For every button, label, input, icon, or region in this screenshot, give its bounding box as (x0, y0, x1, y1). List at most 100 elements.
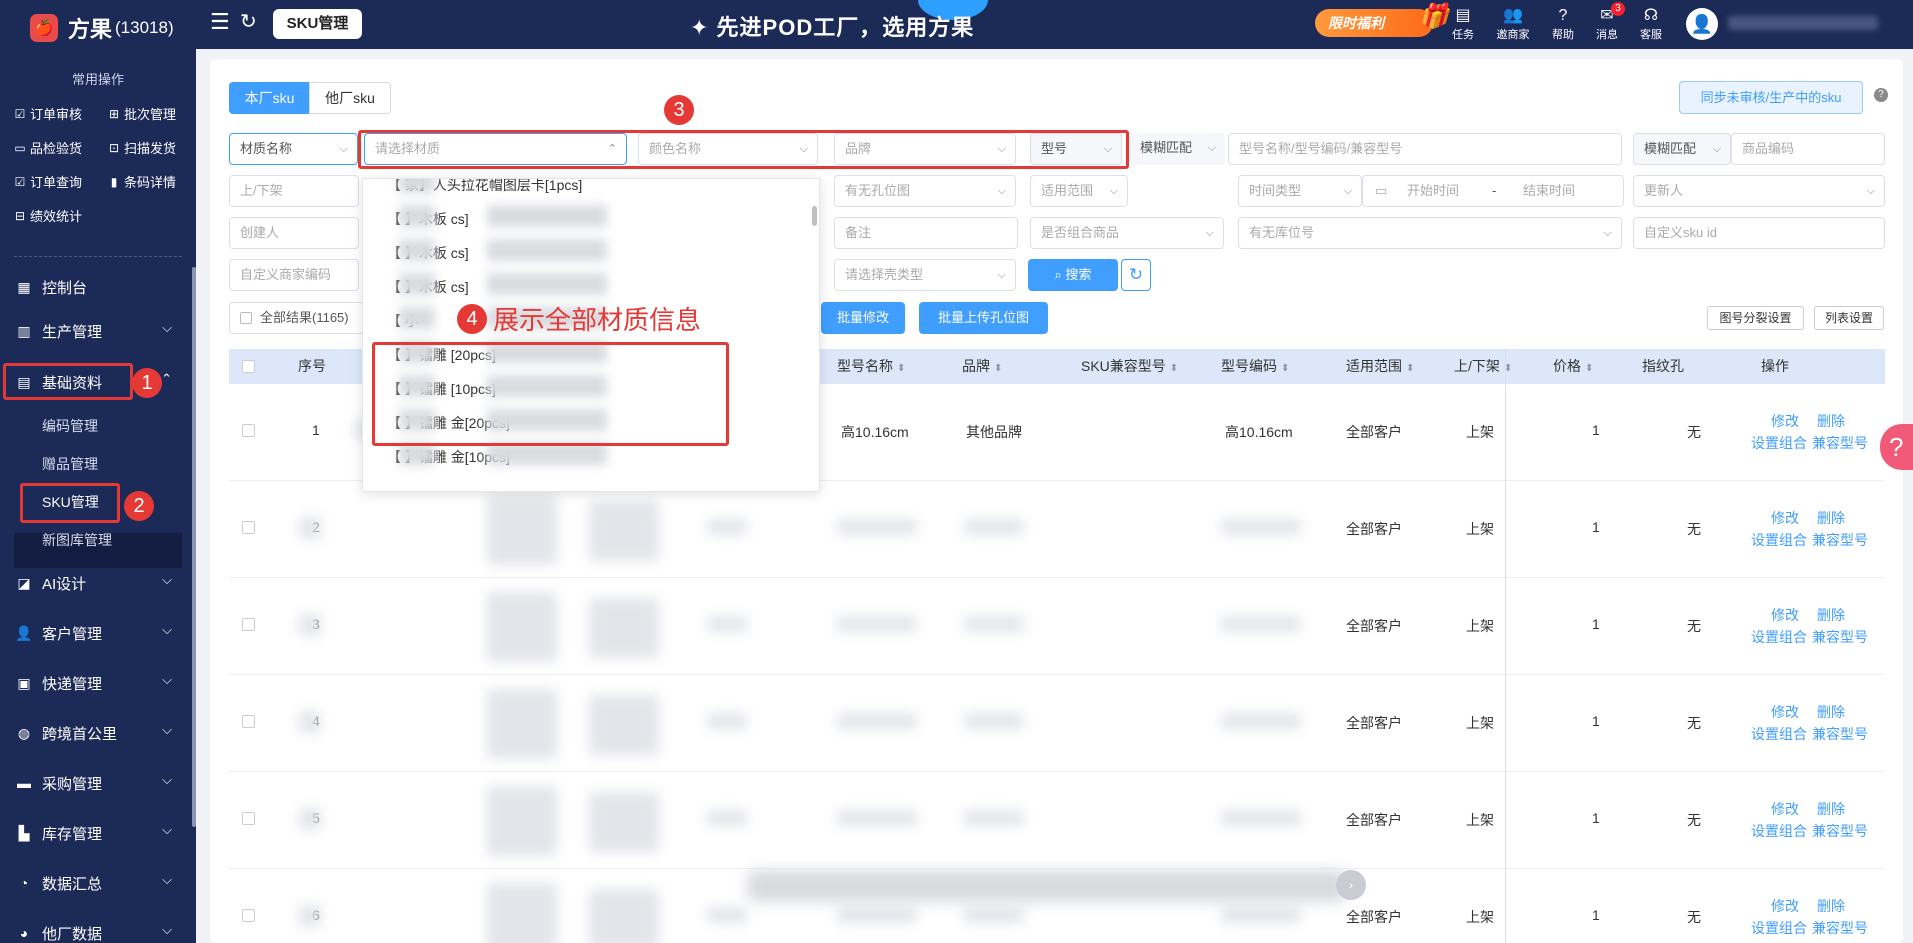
sort-icon[interactable]: ⬍ (897, 363, 905, 374)
quick-scan-ship[interactable]: ⊡ 扫描发货 (108, 138, 176, 157)
quick-barcode-detail[interactable]: ▮ 条码详情 (108, 172, 176, 191)
set-combo-link[interactable]: 设置组合 (1751, 724, 1807, 744)
row-checkbox[interactable] (242, 521, 255, 534)
delete-link[interactable]: 删除 (1817, 896, 1845, 916)
th-scope[interactable]: 适用范围 ⬍ (1346, 349, 1414, 384)
combo-select[interactable]: 是否组合商品 ⌵ (1030, 217, 1224, 249)
th-shelf[interactable]: 上/下架 ⬍ (1454, 349, 1512, 384)
time-type-select[interactable]: 时间类型 ⌵ (1238, 175, 1362, 207)
set-combo-link[interactable]: 设置组合 (1751, 918, 1807, 938)
set-combo-link[interactable]: 设置组合 (1751, 821, 1807, 841)
all-results-checkbox[interactable]: 全部结果(1165) (229, 302, 365, 334)
task-button[interactable]: ▤ 任务 (1441, 6, 1485, 42)
sort-icon[interactable]: ⬍ (1281, 363, 1289, 374)
sub-gallery-manage[interactable]: 新图库管理 (42, 530, 112, 550)
sidebar-scrollbar[interactable] (192, 267, 196, 827)
split-settings-button[interactable]: 图号分裂设置 (1707, 306, 1804, 330)
th-sku-compat[interactable]: SKU兼容型号 ⬍ (1081, 349, 1178, 384)
list-settings-button[interactable]: 列表设置 (1814, 306, 1884, 330)
edit-link[interactable]: 修改 (1771, 702, 1799, 722)
tab-other-sku[interactable]: 他厂sku (309, 82, 391, 114)
edit-link[interactable]: 修改 (1771, 605, 1799, 625)
invite-button[interactable]: 👥 邀商家 (1491, 6, 1535, 42)
set-combo-link[interactable]: 设置组合 (1751, 433, 1807, 453)
checkbox[interactable] (240, 312, 252, 324)
th-brand[interactable]: 品牌 ⬍ (962, 349, 1002, 384)
logo[interactable]: 🍎 方果 (13018) (30, 12, 174, 44)
batch-upload-hole-image-button[interactable]: 批量上传孔位图 (919, 302, 1048, 334)
scope-select[interactable]: 适用范围 ⌵ (1030, 175, 1128, 207)
edit-link[interactable]: 修改 (1771, 411, 1799, 431)
delete-link[interactable]: 删除 (1817, 799, 1845, 819)
goods-code-input[interactable]: 商品编码 (1731, 133, 1885, 165)
menu-inventory[interactable]: ▙ 库存管理 ⌵ (0, 814, 186, 852)
delete-link[interactable]: 删除 (1817, 605, 1845, 625)
compat-model-link[interactable]: 兼容型号 (1812, 724, 1868, 744)
custom-sku-input[interactable]: 自定义sku id (1633, 217, 1885, 249)
row-checkbox[interactable] (242, 812, 255, 825)
edit-link[interactable]: 修改 (1771, 508, 1799, 528)
edit-link[interactable]: 修改 (1771, 799, 1799, 819)
set-combo-link[interactable]: 设置组合 (1751, 627, 1807, 647)
fuzzy-match-select-2[interactable]: 模糊匹配 ⌵ (1633, 133, 1731, 165)
edit-link[interactable]: 修改 (1771, 896, 1799, 916)
avatar[interactable]: 👤 (1686, 8, 1718, 40)
refresh-icon[interactable]: ↻ (240, 12, 257, 32)
menu-dashboard[interactable]: ▦ 控制台 (0, 268, 186, 306)
menu-crossborder[interactable]: ◍ 跨境首公里 ⌵ (0, 714, 186, 752)
sort-icon[interactable]: ⬍ (1170, 363, 1178, 374)
updater-select[interactable]: 更新人 ⌵ (1633, 175, 1885, 207)
menu-ai-design[interactable]: ◪ AI设计 ⌵ (0, 564, 186, 602)
sort-icon[interactable]: ⬍ (1585, 363, 1593, 374)
batch-edit-button[interactable]: 批量修改 (821, 302, 905, 334)
material-name-select[interactable]: 材质名称 ⌵ (229, 133, 358, 165)
username-blurred[interactable] (1728, 16, 1878, 30)
quick-performance[interactable]: ⊟ 绩效统计 (14, 206, 82, 225)
sub-gift-manage[interactable]: 赠品管理 (42, 454, 98, 474)
question-icon[interactable]: ? (1874, 88, 1888, 102)
stock-location-select[interactable]: 有无库位号 ⌵ (1238, 217, 1622, 249)
sync-sku-button[interactable]: 同步未审核/生产中的sku (1679, 81, 1863, 114)
tab-own-sku[interactable]: 本厂sku (229, 82, 310, 114)
creator-select[interactable]: 创建人 (229, 217, 359, 249)
th-model-name[interactable]: 型号名称 ⬍ (837, 349, 905, 384)
select-all-checkbox[interactable] (242, 360, 255, 373)
row-checkbox[interactable] (242, 618, 255, 631)
scroll-circle-icon[interactable]: › (1336, 870, 1366, 900)
promo-button[interactable]: 限时福利 🎁 (1315, 3, 1449, 37)
delete-link[interactable]: 删除 (1817, 702, 1845, 722)
compat-model-link[interactable]: 兼容型号 (1812, 821, 1868, 841)
horizontal-scrollbar[interactable] (747, 870, 1347, 902)
menu-customer[interactable]: 👤 客户管理 ⌵ (0, 614, 186, 652)
custom-merchant-code-input[interactable]: 自定义商家编码 (229, 259, 359, 291)
current-page-tab[interactable]: SKU管理 (273, 9, 362, 39)
compat-model-link[interactable]: 兼容型号 (1812, 627, 1868, 647)
quick-batch-manage[interactable]: ⊞ 批次管理 (108, 104, 176, 123)
sub-code-manage[interactable]: 编码管理 (42, 416, 98, 436)
shell-type-select[interactable]: 请选择壳类型 ⌵ (834, 259, 1016, 291)
reset-refresh-icon[interactable]: ↻ (1121, 259, 1151, 291)
delete-link[interactable]: 删除 (1817, 411, 1845, 431)
menu-purchase[interactable]: ▬ 采购管理 ⌵ (0, 764, 186, 802)
delete-link[interactable]: 删除 (1817, 508, 1845, 528)
model-search-input[interactable]: 型号名称/型号编码/兼容型号 (1228, 133, 1622, 165)
th-price[interactable]: 价格 ⬍ (1553, 349, 1593, 384)
menu-production[interactable]: ▥ 生产管理 ⌵ (0, 312, 186, 350)
message-button[interactable]: ✉ 3 消息 (1585, 2, 1629, 42)
search-button[interactable]: ⌕ 搜索 (1028, 259, 1118, 291)
compat-model-link[interactable]: 兼容型号 (1812, 530, 1868, 550)
menu-toggle-icon[interactable]: ☰ (210, 11, 230, 33)
date-range-picker[interactable]: ▭ 开始时间 - 结束时间 (1362, 175, 1624, 207)
compat-model-link[interactable]: 兼容型号 (1812, 918, 1868, 938)
row-checkbox[interactable] (242, 909, 255, 922)
remark-input[interactable]: 备注 (834, 217, 1018, 249)
help-button[interactable]: ? 帮助 (1541, 6, 1585, 42)
row-checkbox[interactable] (242, 424, 255, 437)
menu-other-factory[interactable]: ◕ 他厂数据 ⌵ (0, 914, 186, 943)
set-combo-link[interactable]: 设置组合 (1751, 530, 1807, 550)
service-button[interactable]: ☊ 客服 (1629, 6, 1673, 42)
dropdown-scrollbar[interactable] (812, 206, 817, 226)
compat-model-link[interactable]: 兼容型号 (1812, 433, 1868, 453)
hole-image-select[interactable]: 有无孔位图 ⌵ (834, 175, 1016, 207)
fuzzy-match-select-1[interactable]: 模糊匹配 ⌵ (1130, 133, 1225, 165)
